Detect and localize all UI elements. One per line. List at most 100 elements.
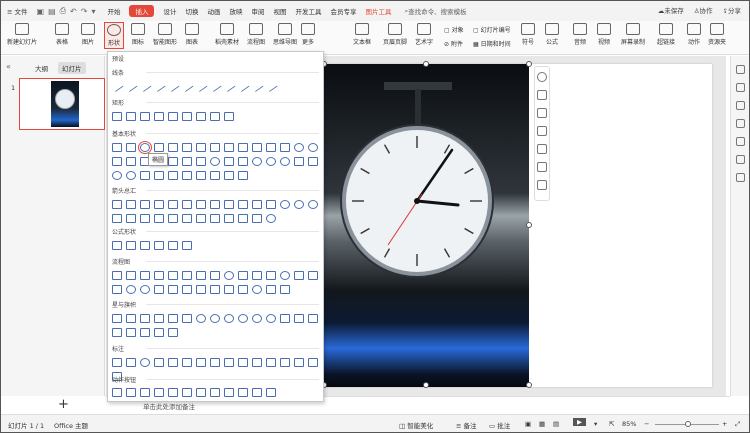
left-bracket-shape[interactable] [196,171,206,180]
delay-shape[interactable] [224,285,234,294]
manual-input-shape[interactable] [252,271,262,280]
curved-connector-shape[interactable] [194,78,208,93]
pentagon-arrow-shape[interactable] [154,214,164,223]
save-icon[interactable]: ▣ [37,7,45,16]
textbox-button[interactable]: 文本框 [353,23,371,46]
ribbon-down-shape[interactable] [294,314,304,323]
menu-item-transition[interactable]: 切换 [185,6,198,16]
cloud-shape[interactable] [140,171,150,180]
smiley-shape[interactable] [280,157,290,166]
more-button[interactable]: 更多 [301,23,315,46]
line-callout-shape[interactable] [308,358,318,367]
material-button[interactable]: 稻壳素材 [215,23,239,46]
quad-arrow-shape[interactable] [196,200,206,209]
heptagon-shape[interactable] [252,143,262,152]
oval-callout-shape[interactable] [140,358,150,367]
menu-item-picture-tools[interactable]: 图片工具 [365,6,391,16]
object-button[interactable]: ▢ 对象 [444,25,464,34]
connector-shape[interactable] [280,271,290,280]
resize-handle[interactable] [526,222,532,228]
action-home-shape[interactable] [168,388,178,397]
line-callout-shape[interactable] [168,358,178,367]
menu-item-devtools[interactable]: 开发工具 [295,6,321,16]
bevel-shape[interactable] [238,157,248,166]
no-symbol-shape[interactable] [266,157,276,166]
location-icon[interactable] [735,155,745,164]
data-shape[interactable] [154,271,164,280]
menu-item-review[interactable]: 审阅 [251,6,264,16]
line-callout-shape[interactable] [196,358,206,367]
card-shape[interactable] [308,271,318,280]
share-icon[interactable] [735,173,745,182]
resize-handle[interactable] [423,382,429,388]
edit-icon[interactable] [537,162,547,172]
heart-shape[interactable] [294,157,304,166]
sorter-view-icon[interactable]: ▦ [539,420,545,428]
action-end-shape[interactable] [154,388,164,397]
action-movie-shape[interactable] [210,388,220,397]
explosion2-shape[interactable] [126,314,136,323]
menu-item-animation[interactable]: 动画 [207,6,220,16]
print-icon[interactable]: ⎙ [60,6,66,16]
star24-shape[interactable] [252,314,262,323]
bracket-pair-shape[interactable] [168,171,178,180]
menu-item-insert[interactable]: 插入 [129,5,155,17]
lightning-shape[interactable] [308,157,318,166]
zoom-slider-thumb[interactable] [685,421,691,427]
more-icon[interactable] [537,180,547,190]
round-rectangle-shape[interactable] [224,112,234,121]
datetime-button[interactable]: ▦ 日期和时间 [473,39,511,48]
pie-shape[interactable] [294,143,304,152]
double-wave-shape[interactable] [168,328,178,337]
theme-name[interactable]: Office 主题 [54,420,88,430]
right-triangle-shape[interactable] [168,143,178,152]
zoom-level[interactable]: 85% [622,420,636,428]
audio-button[interactable]: 音频 [573,23,587,46]
shape-button[interactable]: 形状 [104,22,124,49]
snip-rectangle-shape[interactable] [168,112,178,121]
up-down-arrow-shape[interactable] [182,200,192,209]
slide-number-button[interactable]: ▢ 幻灯片编号 [473,25,511,34]
left-right-arrow-shape[interactable] [168,200,178,209]
share-button[interactable]: ⇪分享 [723,5,741,15]
star5-shape[interactable] [154,314,164,323]
decagon-shape[interactable] [280,143,290,152]
sliders-icon[interactable] [735,137,745,146]
manual-operation-shape[interactable] [266,271,276,280]
slide[interactable] [321,61,712,388]
process-shape[interactable] [112,271,122,280]
cloud-callout-shape[interactable] [154,358,164,367]
right-bracket-shape[interactable] [210,171,220,180]
vertical-textbox-shape[interactable] [126,143,136,152]
direct-access-storage-shape[interactable] [266,285,276,294]
clock-photo[interactable] [324,64,529,387]
curved-up-arrow-shape[interactable] [308,200,318,209]
sun-shape[interactable] [112,171,122,180]
curved-right-arrow-shape[interactable] [280,200,290,209]
sort-shape[interactable] [168,285,178,294]
rounded-rectangle-shape[interactable] [126,112,136,121]
minus-icon[interactable] [537,72,547,82]
cube-shape[interactable] [224,157,234,166]
sequential-access-storage-shape[interactable] [238,285,248,294]
star4-shape[interactable] [140,314,150,323]
right-arrow-callout-shape[interactable] [182,214,192,223]
terminator-shape[interactable] [224,271,234,280]
notes-toggle[interactable]: ≡ 备注 [456,420,477,430]
plus-shape[interactable] [112,241,122,250]
line-callout-shape[interactable] [252,358,262,367]
striped-right-arrow-shape[interactable] [126,214,136,223]
icon-button[interactable]: 图标 [131,23,145,46]
snip-rectangle-shape[interactable] [140,112,150,121]
equal-shape[interactable] [168,241,178,250]
layers-icon[interactable] [537,144,547,154]
line-callout-shape[interactable] [294,358,304,367]
curved-arrow-shape[interactable] [208,78,222,93]
oval-shape[interactable] [138,141,152,154]
pentagon-shape[interactable] [224,143,234,152]
curved-ribbon-up-shape[interactable] [308,314,318,323]
table-button[interactable]: 表格 [55,23,69,46]
action-back-shape[interactable] [112,388,122,397]
up-arrow-shape[interactable] [140,200,150,209]
ribbon-up-shape[interactable] [280,314,290,323]
